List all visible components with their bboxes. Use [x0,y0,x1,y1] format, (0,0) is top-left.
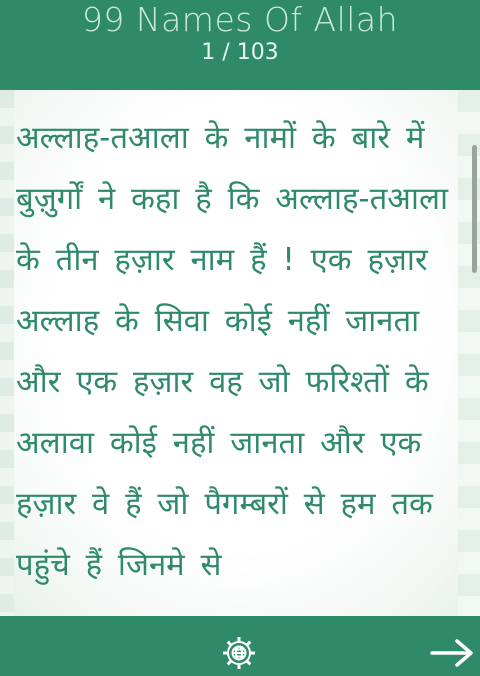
decorative-border-left [0,90,14,616]
page-counter: 1 / 103 [201,40,279,65]
app-header: 99 Names Of Allah 1 / 103 [0,0,480,90]
bottom-toolbar [0,616,480,676]
content-area[interactable]: अल्लाह-तआला के नामों के बारे में बुज़ुर्… [0,90,480,616]
next-button[interactable] [428,636,476,670]
scrollbar[interactable] [472,145,477,273]
settings-button[interactable] [222,636,256,670]
description-text: अल्लाह-तआला के नामों के बारे में बुज़ुर्… [16,120,449,583]
app-title: 99 Names Of Allah [81,0,399,39]
gear-globe-icon [223,637,255,669]
arrow-right-icon [430,639,473,667]
